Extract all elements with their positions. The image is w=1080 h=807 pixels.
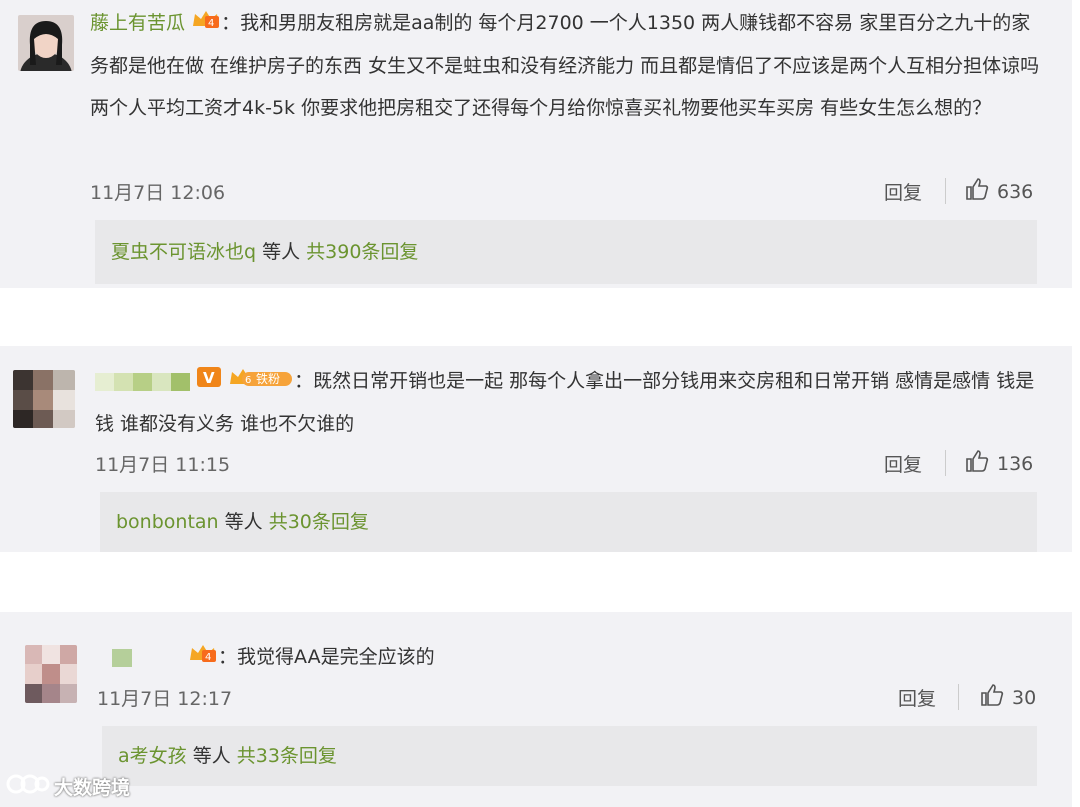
v-icon: V	[196, 361, 222, 403]
like-button[interactable]: 30	[980, 683, 1036, 712]
comment-body: ：我觉得AA是完全应该的	[218, 646, 435, 668]
censored-username[interactable]	[95, 372, 190, 391]
comment-text: V 6 铁粉 ：既然日常开销也是一起 那每个人拿出一部分钱用来交房租和日常开销 感…	[95, 360, 1045, 445]
avatar[interactable]	[25, 645, 77, 703]
like-count: 636	[997, 180, 1034, 203]
svg-text:6: 6	[245, 375, 251, 386]
avatar[interactable]	[13, 370, 75, 428]
comment-card: 4 ：我觉得AA是完全应该的 11月7日 12:17 回复 30 a考女孩 等人…	[0, 612, 1072, 807]
crown-icon: 4	[191, 3, 221, 45]
thumbs-up-icon	[965, 177, 989, 206]
thumbs-up-icon	[965, 449, 989, 478]
sub-reply-user[interactable]: 夏虫不可语冰也q	[111, 241, 256, 263]
divider	[945, 178, 946, 204]
sub-reply-mid: 等人	[256, 241, 307, 263]
avatar[interactable]	[18, 15, 74, 71]
sub-replies-bar[interactable]: bonbontan 等人 共30条回复	[100, 492, 1037, 552]
sub-reply-mid: 等人	[186, 745, 237, 767]
comment-text: 藤上有苦瓜 4 ：我和男朋友租房就是aa制的 每个月2700 一个人1350 两…	[90, 2, 1040, 129]
comment-username[interactable]: 藤上有苦瓜	[90, 12, 185, 34]
divider	[958, 684, 959, 710]
comment-time: 11月7日 12:06	[90, 182, 226, 204]
comment-card: 藤上有苦瓜 4 ：我和男朋友租房就是aa制的 每个月2700 一个人1350 两…	[0, 0, 1072, 288]
svg-text:4: 4	[205, 652, 211, 663]
like-count: 30	[1012, 686, 1037, 709]
sub-reply-user[interactable]: a考女孩	[118, 745, 187, 767]
sub-reply-count-link[interactable]: 共30条回复	[269, 511, 369, 533]
sub-reply-count-link[interactable]: 共33条回复	[237, 745, 337, 767]
fan-badge-label: 铁粉	[256, 372, 280, 386]
reply-button[interactable]: 回复	[898, 684, 936, 711]
watermark-logo-icon	[6, 772, 50, 801]
reply-button[interactable]: 回复	[884, 178, 922, 205]
svg-text:V: V	[203, 369, 215, 387]
watermark-text: 大数跨境	[54, 777, 131, 799]
sub-replies-bar[interactable]: 夏虫不可语冰也q 等人 共390条回复	[95, 220, 1037, 284]
like-button[interactable]: 136	[965, 449, 1033, 478]
divider	[945, 450, 946, 476]
sub-reply-user[interactable]: bonbontan	[116, 511, 219, 533]
comment-time: 11月7日 11:15	[95, 454, 231, 476]
crown-icon: 4	[188, 637, 218, 679]
comment-body: ：我和男朋友租房就是aa制的 每个月2700 一个人1350 两人赚钱都不容易 …	[90, 12, 1040, 119]
comment-time: 11月7日 12:17	[97, 688, 233, 710]
crown-icon: 6 铁粉	[228, 361, 294, 403]
comment-card: V 6 铁粉 ：既然日常开销也是一起 那每个人拿出一部分钱用来交房租和日常开销 感…	[0, 346, 1072, 552]
like-count: 136	[997, 452, 1034, 475]
watermark: 大数跨境	[6, 772, 130, 801]
like-button[interactable]: 636	[965, 177, 1033, 206]
thumbs-up-icon	[980, 683, 1004, 712]
sub-reply-count-link[interactable]: 共390条回复	[306, 241, 418, 263]
censored-username[interactable]	[112, 648, 132, 667]
reply-button[interactable]: 回复	[884, 450, 922, 477]
sub-reply-mid: 等人	[218, 511, 269, 533]
comment-text: 4 ：我觉得AA是完全应该的	[112, 636, 1042, 679]
svg-text:4: 4	[208, 18, 214, 29]
sub-replies-bar[interactable]: a考女孩 等人 共33条回复	[102, 726, 1037, 786]
